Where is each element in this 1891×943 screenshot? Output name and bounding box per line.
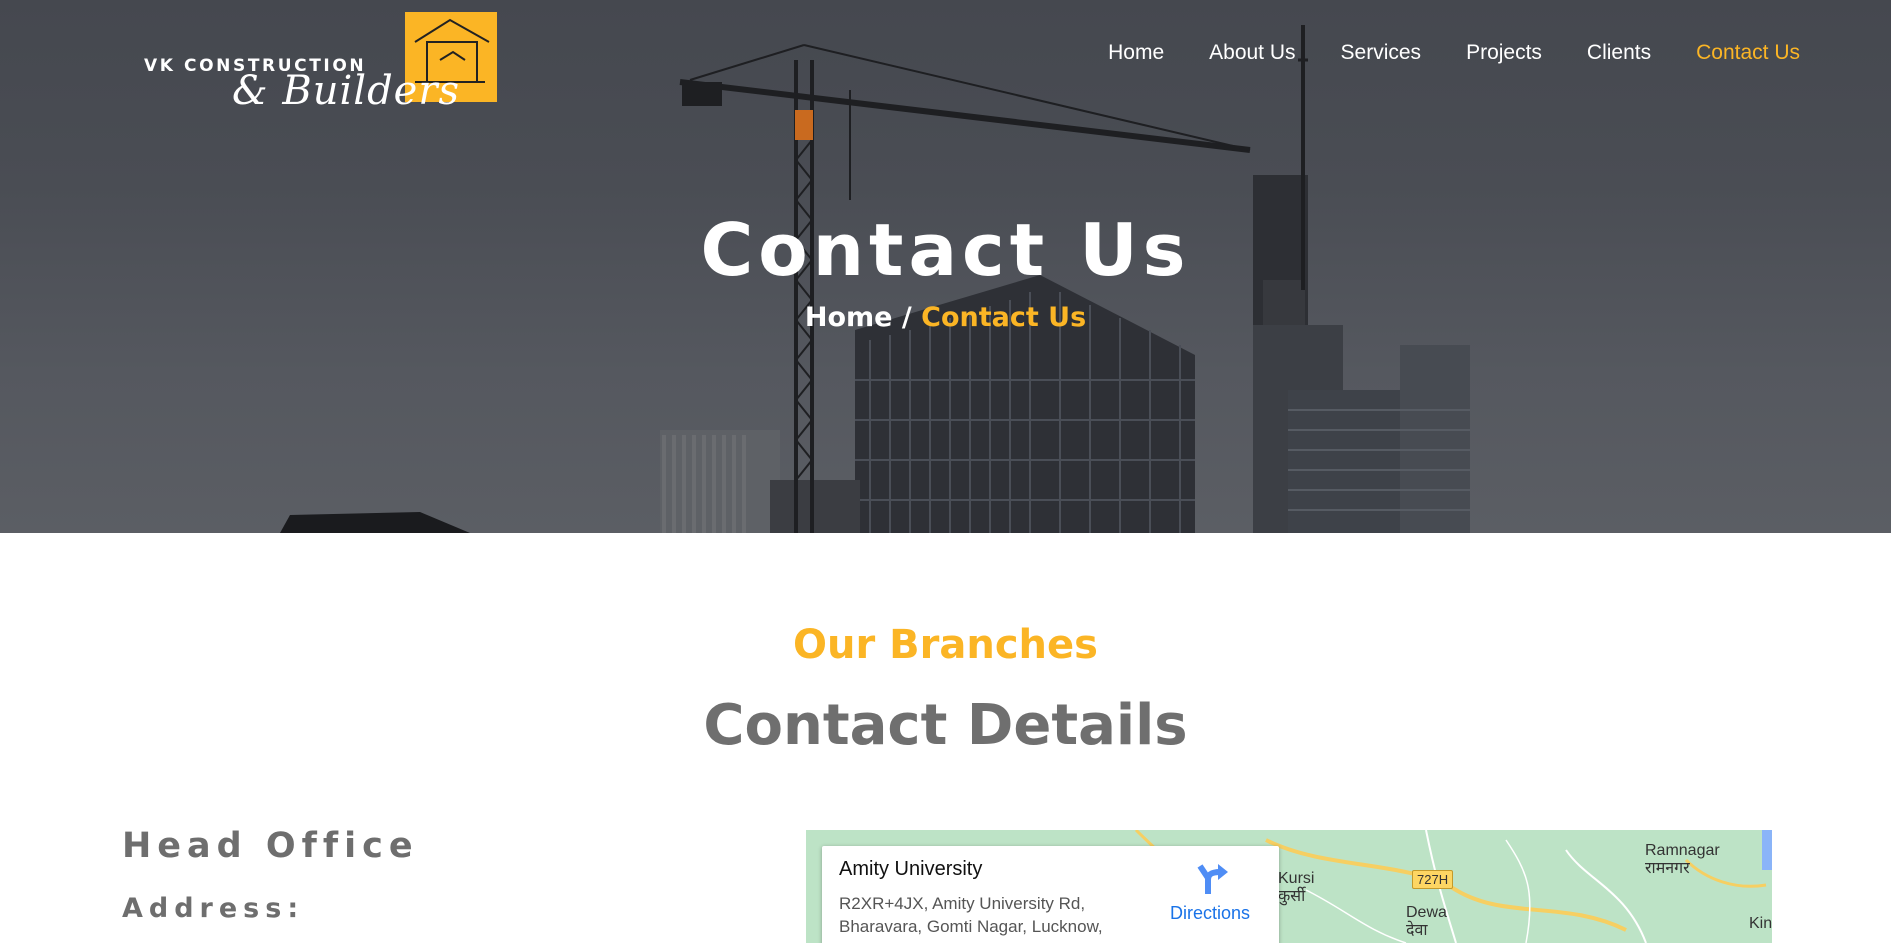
section-kicker: Our Branches	[793, 622, 1098, 668]
section-heading: Contact Details	[703, 693, 1188, 758]
address-label: Address:	[122, 893, 305, 924]
map-highway-badge: 727H	[1412, 870, 1454, 889]
nav-services[interactable]: Services	[1341, 40, 1422, 66]
nav-contact-us[interactable]: Contact Us	[1696, 40, 1800, 66]
place-name[interactable]: Amity University	[839, 858, 982, 881]
map-label-ramnagar: Ramnagar रामनगर	[1645, 842, 1720, 877]
breadcrumb: Home / Contact Us	[0, 302, 1891, 333]
breadcrumb-separator: /	[901, 302, 912, 333]
nav-about-us[interactable]: About Us	[1209, 40, 1295, 66]
head-office-title: Head Office	[122, 826, 419, 866]
google-map[interactable]: Kursi कुर्सी 727H Dewa देवा Ramnagar राम…	[806, 830, 1772, 943]
place-address: R2XR+4JX, Amity University Rd, Bharavara…	[839, 894, 1103, 936]
hero-banner: VK CONSTRUCTION & Builders Home About Us…	[0, 0, 1891, 533]
nav-clients[interactable]: Clients	[1587, 40, 1651, 66]
logo-script: & Builders	[232, 68, 460, 114]
page-title: Contact Us	[700, 208, 1191, 292]
breadcrumb-current: Contact Us	[921, 302, 1087, 333]
breadcrumb-home[interactable]: Home	[805, 302, 893, 333]
main-nav: Home About Us Services Projects Clients …	[1063, 40, 1800, 66]
map-place-card: Amity University R2XR+4JX, Amity Univers…	[822, 846, 1279, 943]
nav-home[interactable]: Home	[1108, 40, 1164, 66]
directions-link[interactable]: Directions	[1170, 903, 1250, 924]
nav-projects[interactable]: Projects	[1466, 40, 1542, 66]
logo[interactable]: VK CONSTRUCTION & Builders	[140, 10, 500, 138]
directions-icon[interactable]	[1194, 862, 1230, 896]
map-label-kin: Kin	[1749, 915, 1772, 932]
map-label-kursi: Kursi कुर्सी	[1278, 870, 1315, 905]
map-label-dewa: Dewa देवा	[1406, 904, 1447, 939]
